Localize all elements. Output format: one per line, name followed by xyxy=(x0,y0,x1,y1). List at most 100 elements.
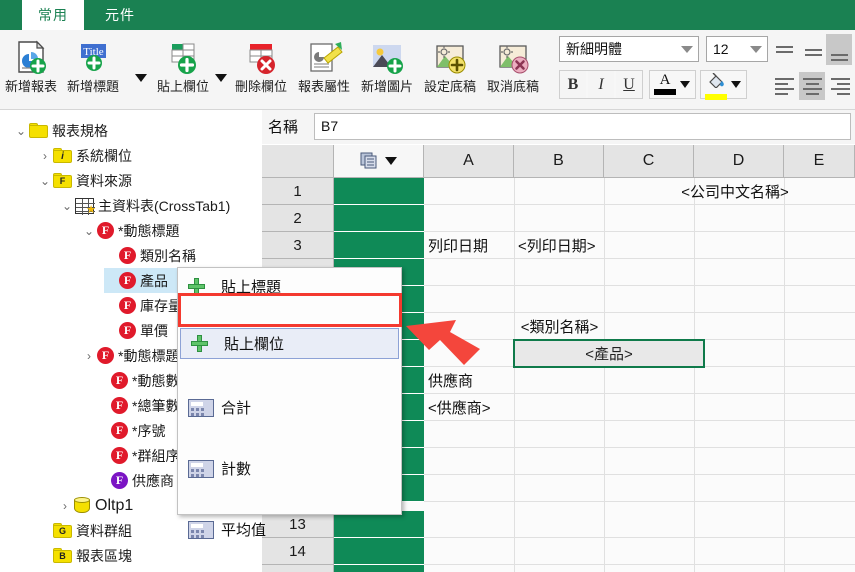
context-menu-item-sum[interactable]: 合計 xyxy=(178,392,401,423)
fill-color-dropdown-caret[interactable] xyxy=(731,81,741,88)
font-color-dropdown-caret[interactable] xyxy=(680,81,690,88)
tree-node-supplier[interactable]: F 供應商 xyxy=(96,468,174,493)
bold-button[interactable]: B xyxy=(560,71,586,98)
tree-node-main-table[interactable]: ⌄ ★ 主資料表(CrossTab1) xyxy=(60,193,230,218)
column-header-e[interactable]: E xyxy=(784,145,855,178)
tree-node-stock[interactable]: F 庫存量 xyxy=(104,293,182,318)
add-report-label: 新增報表 xyxy=(4,79,57,94)
band-column-header[interactable] xyxy=(334,145,424,178)
align-middle-button[interactable] xyxy=(800,39,826,65)
column-header-d[interactable]: D xyxy=(694,145,784,178)
underline-label: U xyxy=(623,75,635,93)
tree-node-serial-no[interactable]: F *序號 xyxy=(96,418,165,443)
font-color-button[interactable]: A xyxy=(654,73,676,95)
band-cell-3[interactable] xyxy=(334,232,424,259)
cancel-watermark-button[interactable]: 取消底稿 xyxy=(482,32,544,108)
paste-field-button[interactable]: 貼上欄位 xyxy=(152,32,214,108)
align-top-button[interactable] xyxy=(771,36,797,62)
font-name-combo[interactable]: 新細明體 xyxy=(559,36,699,62)
app-window: 常用 元件 新增報表 Title 新增標題 貼上欄位 刪除欄位 報表屬性 新增圖… xyxy=(0,0,855,572)
context-menu-item-paste-field[interactable]: 貼上欄位 xyxy=(180,328,399,359)
name-box-input[interactable]: B7 xyxy=(314,113,851,140)
column-header-b[interactable]: B xyxy=(514,145,604,178)
report-property-label: 報表屬性 xyxy=(297,79,350,94)
band-cell-15[interactable] xyxy=(334,565,424,572)
row-header-2[interactable]: 2 xyxy=(262,205,334,232)
tab-common-label: 常用 xyxy=(38,7,68,23)
cell-d1[interactable]: <公司中文名稱> xyxy=(645,178,825,205)
column-header-a[interactable]: A xyxy=(424,145,514,178)
expander-icon[interactable]: ⌄ xyxy=(38,174,52,188)
tree-node-category-name[interactable]: F 類別名稱 xyxy=(104,243,196,268)
band-cell-2[interactable] xyxy=(334,205,424,232)
sheet-corner[interactable] xyxy=(262,145,334,178)
tree-node-system-fields[interactable]: › i 系統欄位 xyxy=(38,143,132,168)
band-cell-1[interactable] xyxy=(334,178,424,205)
underline-button[interactable]: U xyxy=(616,71,642,98)
delete-field-button[interactable]: 刪除欄位 xyxy=(230,32,292,108)
cell-b3[interactable]: <列印日期> xyxy=(515,232,604,259)
grid-row-5 xyxy=(424,286,855,313)
context-menu-item-count[interactable]: 計數 xyxy=(178,453,401,484)
row-header-3[interactable]: 3 xyxy=(262,232,334,259)
context-menu-item-paste-title[interactable]: 貼上標題 xyxy=(178,271,401,302)
tree-node-dynamic-title-2[interactable]: › F *動態標題2 xyxy=(82,343,187,368)
table-icon: ★ xyxy=(75,197,96,216)
row-header-15[interactable] xyxy=(262,565,334,572)
expander-icon[interactable]: ⌄ xyxy=(82,224,96,238)
align-right-button[interactable] xyxy=(827,72,853,100)
expander-icon[interactable]: ⌄ xyxy=(60,199,74,213)
fill-color-button[interactable] xyxy=(705,72,727,100)
font-name-dropdown-arrow[interactable] xyxy=(676,45,698,53)
expander-icon[interactable]: › xyxy=(58,499,72,513)
context-menu-item-average[interactable]: 平均值 xyxy=(178,514,401,545)
tree-node-dynamic-title[interactable]: ⌄ F *動態標題 xyxy=(82,218,179,243)
expander-icon[interactable]: › xyxy=(82,349,96,363)
tree-node-category-name-label: 類別名稱 xyxy=(140,247,196,264)
font-size-dropdown-arrow[interactable] xyxy=(745,45,767,53)
font-size-combo[interactable]: 12 xyxy=(706,36,768,62)
add-image-button[interactable]: 新增圖片 xyxy=(356,32,418,108)
field-red-icon: F xyxy=(111,397,128,414)
align-bottom-button[interactable] xyxy=(826,34,852,65)
align-left-button[interactable] xyxy=(771,72,797,100)
delete-field-label: 刪除欄位 xyxy=(234,79,287,94)
field-purple-icon: F xyxy=(111,472,128,489)
band-dropdown-caret[interactable] xyxy=(385,157,397,165)
add-title-button[interactable]: Title 新增標題 xyxy=(62,32,124,108)
report-property-button[interactable]: 報表屬性 xyxy=(293,32,355,108)
paste-field-dropdown-caret[interactable] xyxy=(215,74,227,82)
tree-node-report-block[interactable]: B 報表區塊 xyxy=(38,543,132,568)
tree-node-data-source-label: 資料來源 xyxy=(76,172,132,189)
row-header-1[interactable]: 1 xyxy=(262,178,334,205)
grid-row-14 xyxy=(424,538,855,565)
tree-node-data-group[interactable]: G 資料群組 xyxy=(38,518,132,543)
grid-col-sep-bc xyxy=(604,178,605,572)
tab-component[interactable]: 元件 xyxy=(84,0,156,30)
cell-b6[interactable]: <類別名稱> xyxy=(515,313,604,340)
column-header-c[interactable]: C xyxy=(604,145,694,178)
tree-node-oltp1[interactable]: › Oltp1 xyxy=(58,493,133,518)
paste-field-icon xyxy=(163,36,203,80)
italic-button[interactable]: I xyxy=(588,71,614,98)
expander-icon[interactable]: ⌄ xyxy=(14,124,28,138)
name-box-label: 名稱 xyxy=(268,119,299,136)
set-watermark-icon xyxy=(430,36,470,80)
add-report-button[interactable]: 新增報表 xyxy=(0,32,62,108)
tree-node-total-records[interactable]: F *總筆數 xyxy=(96,393,179,418)
tree-node-unit-price[interactable]: F 單價 xyxy=(104,318,168,343)
tree-node-stock-label: 庫存量 xyxy=(140,297,182,314)
add-title-dropdown-caret[interactable] xyxy=(135,74,147,82)
set-watermark-button[interactable]: 設定底稿 xyxy=(419,32,481,108)
folder-i-icon: i xyxy=(53,148,72,163)
tab-common[interactable]: 常用 xyxy=(22,0,84,30)
grid-col-sep-de xyxy=(784,178,785,572)
selected-cell-b7[interactable]: <產品> xyxy=(513,339,705,368)
expander-icon[interactable]: › xyxy=(38,149,52,163)
tree-node-report-spec[interactable]: ⌄ 報表規格 xyxy=(14,118,108,143)
cell-a3[interactable]: 列印日期 xyxy=(425,232,514,259)
tree-node-data-source[interactable]: ⌄ F 資料來源 xyxy=(38,168,132,193)
tree-node-system-fields-label: 系統欄位 xyxy=(76,147,132,164)
cell-a9[interactable]: <供應商> xyxy=(425,394,514,421)
align-center-button[interactable] xyxy=(799,72,825,100)
